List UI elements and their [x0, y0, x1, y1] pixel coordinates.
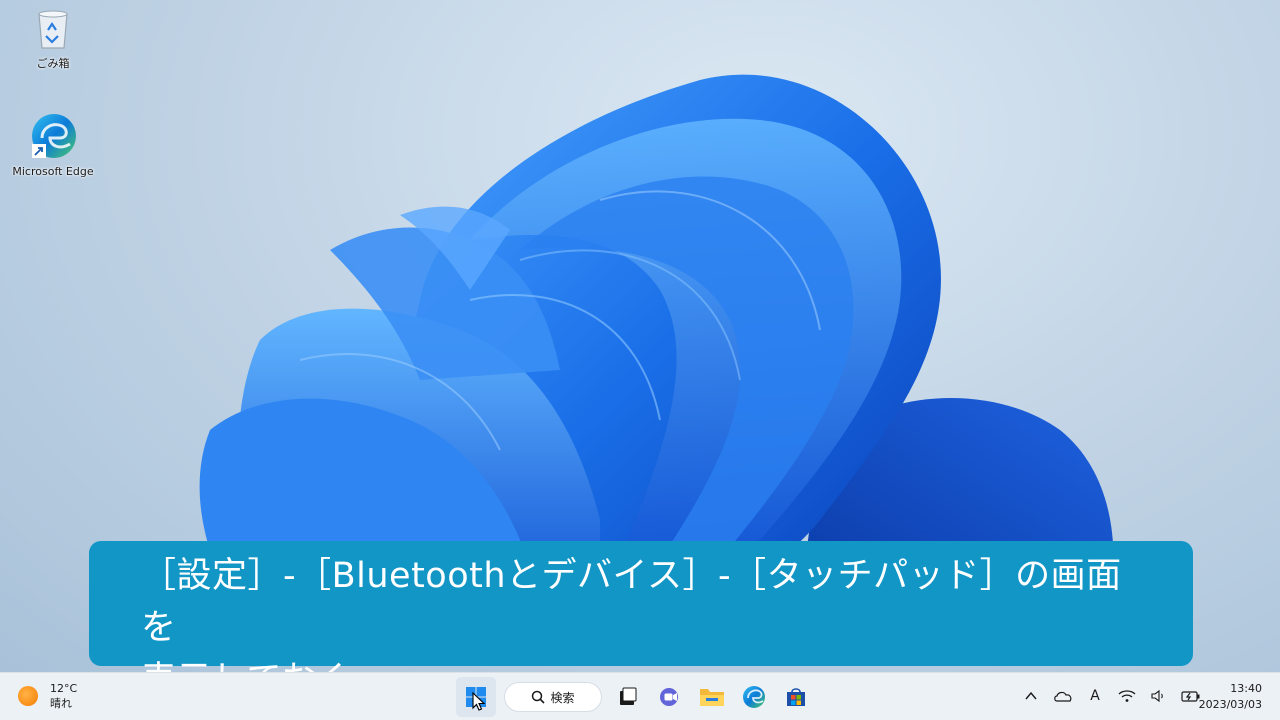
- taskbar-apps: 検索: [456, 677, 818, 717]
- clock-time: 13:40: [1230, 682, 1262, 695]
- desktop-icon-recycle-bin[interactable]: ごみ箱: [8, 8, 98, 71]
- file-explorer-icon: [700, 689, 724, 706]
- edge-label: Microsoft Edge: [12, 165, 94, 178]
- desktop-icon-edge[interactable]: Microsoft Edge: [8, 112, 98, 178]
- sun-icon: [18, 686, 38, 706]
- system-tray: A: [1020, 685, 1212, 707]
- desktop: ごみ箱 Microsoft Edge ［設定］-［Bluetoothとデバイス］…: [0, 0, 1280, 672]
- clock-date: 2023/03/03: [1198, 698, 1262, 711]
- edge-icon: [743, 686, 765, 708]
- taskbar: 12°C 晴れ 検索 A 13:40 2023/03/03: [0, 672, 1280, 720]
- task-view-icon: [620, 687, 637, 705]
- edge-icon: [32, 114, 76, 158]
- teams-chat-icon: [660, 688, 678, 706]
- mouse-cursor-icon: [472, 692, 486, 711]
- chevron-up-icon[interactable]: [1020, 685, 1042, 707]
- recycle-bin-icon: [38, 10, 68, 49]
- search-icon: [532, 690, 546, 704]
- ime-icon[interactable]: A: [1084, 685, 1106, 707]
- weather-condition: 晴れ: [50, 697, 72, 710]
- taskbar-search-box[interactable]: 検索: [504, 682, 602, 712]
- recycle-bin-label: ごみ箱: [36, 57, 70, 70]
- edge-taskbar-button[interactable]: [734, 677, 774, 717]
- taskbar-clock[interactable]: 13:40 2023/03/03: [1199, 681, 1262, 713]
- weather-widget[interactable]: 12°C 晴れ: [18, 681, 77, 711]
- task-view-button[interactable]: [608, 677, 648, 717]
- caption-banner: ［設定］-［Bluetoothとデバイス］-［タッチパッド］の画面を 表示してお…: [89, 541, 1193, 672]
- microsoft-store-button[interactable]: [776, 677, 816, 717]
- caption-text: ［設定］-［Bluetoothとデバイス］-［タッチパッド］の画面を 表示してお…: [141, 556, 1122, 672]
- onedrive-icon[interactable]: [1052, 685, 1074, 707]
- search-label: 検索: [550, 690, 575, 705]
- teams-chat-button[interactable]: [650, 677, 690, 717]
- volume-icon[interactable]: [1148, 685, 1170, 707]
- microsoft-store-icon: [787, 688, 805, 706]
- wifi-icon[interactable]: [1116, 685, 1138, 707]
- weather-temperature: 12°C: [50, 682, 78, 695]
- file-explorer-button[interactable]: [692, 677, 732, 717]
